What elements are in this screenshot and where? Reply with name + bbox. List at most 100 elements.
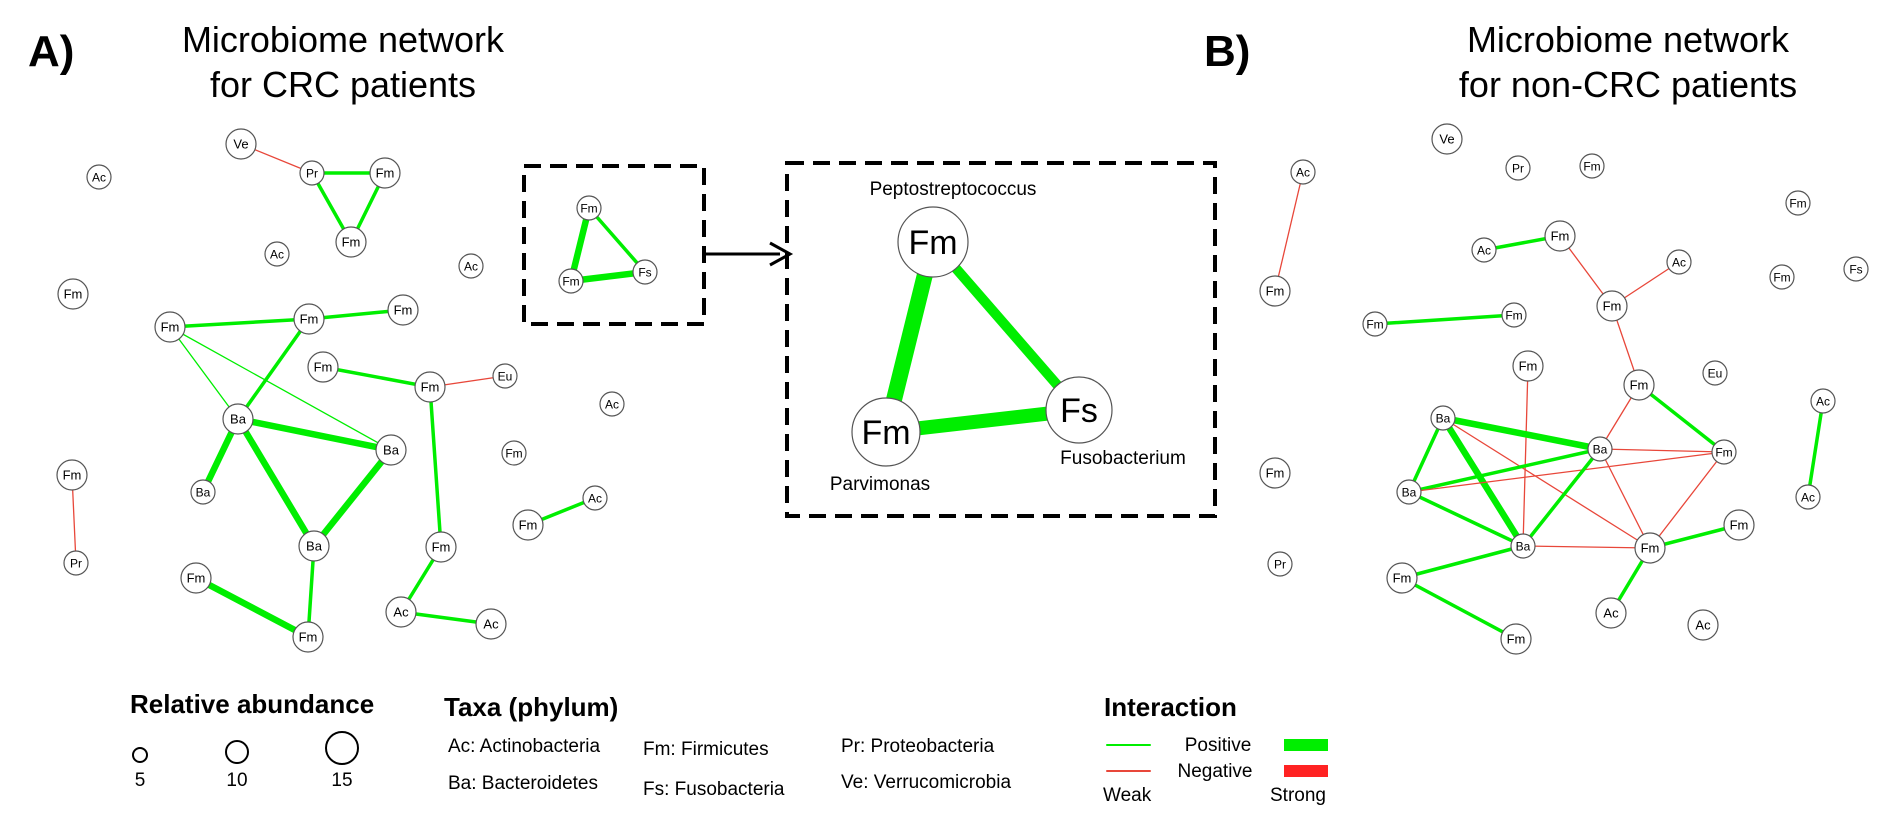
legend-strong-label: Strong	[1270, 785, 1326, 806]
net-b-node-ba: Ba	[1430, 405, 1456, 431]
net-a-node-label: Ac	[393, 605, 409, 620]
panel-a-letter: A)	[28, 27, 74, 76]
net-a-node-fm: Fm	[558, 268, 584, 294]
abundance-label-15: 15	[331, 770, 352, 791]
net-b-node-ac: Ac	[1595, 597, 1627, 629]
net-b-node-label: Ba	[1436, 412, 1451, 426]
net-b-node-label: Fm	[1551, 229, 1570, 244]
net-b-node-ba: Ba	[1510, 533, 1536, 559]
net-a-node-label: Ac	[483, 617, 499, 632]
net-b-node-label: Fm	[1393, 571, 1412, 586]
net-b-node-fm: Fm	[1623, 369, 1655, 401]
net-a-edge-a25-a26	[192, 574, 312, 641]
net-b-node-label: Ve	[1439, 132, 1454, 147]
net-a-node-ac: Ac	[582, 485, 608, 511]
net-a-node-label: Pr	[70, 557, 82, 571]
net-a-node-label: Fm	[187, 571, 206, 586]
net-b-edge-b27-b28	[1522, 545, 1651, 549]
net-a-node-ba: Ba	[298, 530, 330, 562]
net-b-node-label: Fm	[1630, 378, 1649, 393]
net-b-node-fm: Fm	[1544, 220, 1576, 252]
zoom-label-peptostreptococcus: Peptostreptococcus	[870, 179, 1037, 200]
net-b-node-eu: Eu	[1702, 360, 1728, 386]
net-a-node-label: Fm	[394, 303, 413, 318]
net-a-edge-a10-a16	[236, 317, 311, 421]
net-a-node-ba: Ba	[190, 479, 216, 505]
net-b-node-ac: Ac	[1471, 237, 1497, 263]
net-a-node-ve: Ve	[225, 128, 257, 160]
net-a-node-label: Ba	[196, 486, 211, 500]
net-b-node-ac: Ac	[1687, 609, 1719, 641]
legend-taxa-title: Taxa (phylum)	[444, 692, 618, 722]
net-b-node-label: Fm	[1505, 309, 1522, 323]
legend-weak-label: Weak	[1103, 785, 1152, 806]
net-a-node-ac: Ac	[475, 608, 507, 640]
net-b-edge-b29-b32	[1400, 576, 1518, 641]
net-a-node-fm: Fm	[414, 371, 446, 403]
net-b-node-ve: Ve	[1431, 123, 1463, 155]
net-b-node-fm: Fm	[1500, 623, 1532, 655]
net-a-node-label: Ba	[230, 412, 247, 427]
net-a-node-fm: Fm	[501, 440, 527, 466]
net-a-node-label: Fm	[64, 287, 83, 302]
network-b-nodes: Ac Fm Fm Pr Ve Pr Fm Fm Fm Fs Ac Fm Ac Fm Fm Fm Fm Eu Fm Ac…	[1259, 123, 1869, 655]
abundance-label-5: 5	[135, 770, 146, 791]
net-a-node-label: Fm	[376, 166, 395, 181]
taxa-entry-fs: Fs: Fusobacteria	[643, 779, 785, 800]
net-a-node-pr: Pr	[299, 160, 325, 186]
svg-text:Fm: Fm	[908, 224, 957, 262]
net-b-node-label: Fm	[1519, 359, 1538, 374]
net-b-node-label: Fm	[1366, 318, 1383, 332]
net-a-node-label: Fm	[432, 540, 451, 555]
net-a-node-label: Eu	[498, 370, 513, 384]
net-a-node-label: Fm	[63, 468, 82, 483]
net-a-node-fm: Fm	[57, 278, 89, 310]
net-a-node-ba: Ba	[375, 434, 407, 466]
net-a-node-fm: Fm	[387, 294, 419, 326]
net-a-node-label: Pr	[306, 167, 318, 181]
net-a-node-label: Ac	[464, 260, 478, 274]
legend-taxa: Taxa (phylum) Ac: Actinobacteria Ba: Bac…	[444, 692, 1011, 800]
net-b-node-label: Eu	[1708, 367, 1723, 381]
net-b-node-label: Fm	[1507, 632, 1526, 647]
net-a-node-label: Ba	[383, 443, 400, 458]
net-a-node-label: Ac	[588, 492, 602, 506]
net-b-node-ba: Ba	[1396, 479, 1422, 505]
net-a-node-label: Ac	[92, 171, 106, 185]
net-b-node-label: Fm	[1730, 518, 1749, 533]
net-a-edge-a16-a24	[234, 415, 318, 550]
net-b-edge-b27-b29	[1400, 544, 1525, 580]
net-a-node-fm: Fm	[180, 562, 212, 594]
legend-abundance: Relative abundance 5 10 15	[130, 689, 374, 791]
net-b-node-fm: Fm	[1386, 562, 1418, 594]
net-b-node-ac: Ac	[1810, 388, 1836, 414]
net-a-node-label: Ac	[605, 398, 619, 412]
net-b-node-pr: Pr	[1267, 551, 1293, 577]
net-a-node-label: Ac	[270, 248, 284, 262]
net-b-node-ba: Ba	[1587, 436, 1613, 462]
net-b-node-fm: Fm	[1634, 532, 1666, 564]
net-b-node-label: Pr	[1512, 162, 1524, 176]
net-b-node-label: Fm	[1603, 299, 1622, 314]
net-b-node-pr: Pr	[1505, 155, 1531, 181]
net-b-node-ac: Ac	[1795, 484, 1821, 510]
net-b-node-label: Ac	[1816, 395, 1830, 409]
net-b-node-label: Fm	[1641, 541, 1660, 556]
zoom-node-fusobacterium: Fs	[1045, 376, 1113, 444]
net-a-node-fm: Fm	[576, 195, 602, 221]
net-b-edge-b1-b2	[1274, 171, 1304, 292]
abundance-circle-5	[132, 747, 148, 763]
zoom-label-parvimonas: Parvimonas	[830, 474, 930, 495]
net-a-node-ac: Ac	[86, 164, 112, 190]
network-b: Ac Fm Fm Pr Ve Pr Fm Fm Fm Fs Ac Fm Ac Fm Fm Fm Fm Eu Fm Ac…	[1259, 123, 1869, 655]
net-b-node-label: Fm	[1583, 160, 1600, 174]
net-a-node-eu: Eu	[492, 363, 518, 389]
net-a-node-label: Fm	[342, 235, 361, 250]
net-a-node-pr: Pr	[63, 550, 89, 576]
net-a-node-label: Fm	[519, 518, 538, 533]
net-a-node-fm: Fm	[425, 531, 457, 563]
zoom-node-peptostreptococcus: Fm	[897, 206, 969, 278]
legend-negative-label: Negative	[1178, 761, 1253, 782]
net-b-node-label: Ac	[1603, 606, 1619, 621]
legend-abundance-title: Relative abundance	[130, 689, 374, 719]
